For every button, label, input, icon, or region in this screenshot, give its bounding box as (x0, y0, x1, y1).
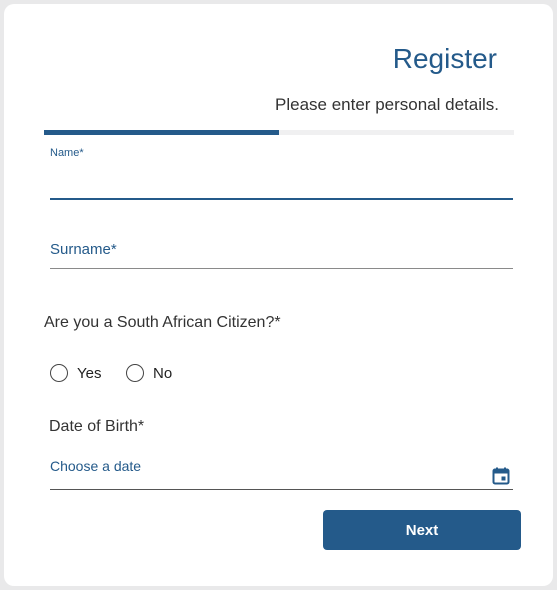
citizen-no-radio[interactable]: No (126, 361, 172, 385)
name-input[interactable] (50, 164, 513, 200)
progress-bar-fill (44, 130, 279, 135)
date-of-birth-input[interactable] (50, 454, 513, 490)
page-subtitle: Please enter personal details. (275, 95, 499, 114)
radio-label-no: No (153, 364, 173, 382)
radio-label-yes: Yes (77, 364, 102, 382)
next-button[interactable]: Next (323, 510, 521, 550)
radio-circle[interactable] (126, 364, 144, 382)
register-card: Register Please enter personal details. … (4, 4, 553, 586)
surname-input[interactable] (50, 230, 513, 269)
calendar-icon[interactable] (492, 467, 510, 485)
name-field-label: Name* (50, 147, 84, 159)
citizen-yes-radio[interactable]: Yes (50, 361, 101, 385)
page-title: Register (392, 43, 497, 74)
progress-bar (44, 130, 514, 135)
date-of-birth-label: Date of Birth* (49, 418, 145, 435)
radio-circle[interactable] (50, 364, 68, 382)
citizen-question: Are you a South African Citizen?* (44, 314, 281, 331)
